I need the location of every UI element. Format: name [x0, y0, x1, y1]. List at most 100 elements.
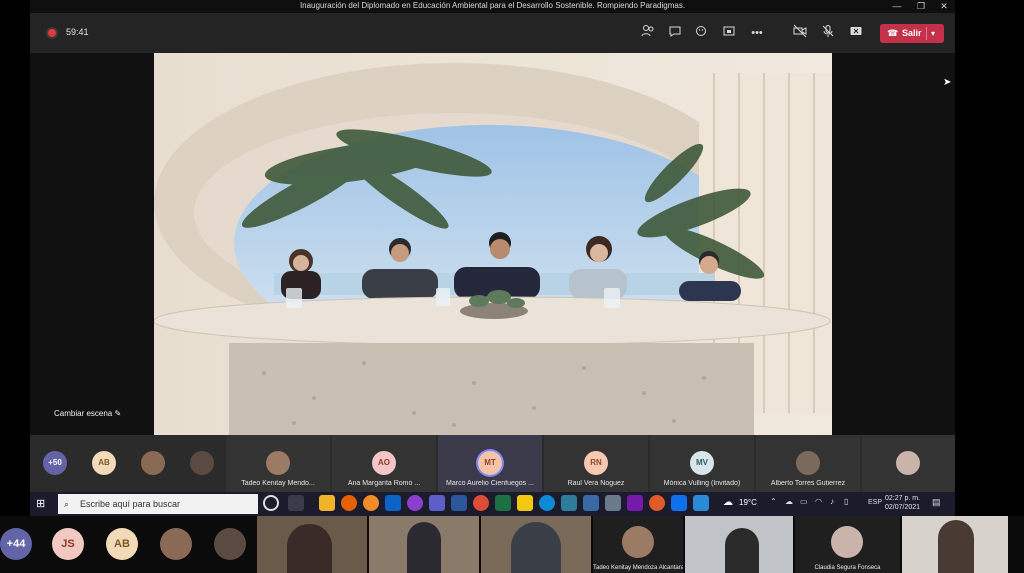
app-icon[interactable]: [561, 495, 577, 511]
avatar-photo[interactable]: [141, 451, 165, 475]
outlook-icon[interactable]: [385, 495, 401, 511]
together-mode-scene: [154, 53, 832, 435]
app-icon[interactable]: [605, 495, 621, 511]
wifi-icon[interactable]: ◠: [815, 497, 822, 506]
app-icon[interactable]: [363, 495, 379, 511]
app-icon[interactable]: [583, 495, 599, 511]
input-language[interactable]: ESP: [868, 499, 882, 506]
participant-name: Ana Margarita Romo ...: [347, 480, 421, 487]
breakout-rooms-icon[interactable]: [720, 24, 738, 42]
firefox-icon[interactable]: [341, 495, 357, 511]
zoom-icon[interactable]: [671, 495, 687, 511]
more-options-icon[interactable]: •••: [748, 24, 766, 42]
participant-tile[interactable]: MV Mónica Vulling (Invitado): [650, 435, 754, 492]
avatar-photo: [831, 526, 863, 558]
participant-tile[interactable]: AO Ana Margarita Romo ...: [332, 435, 436, 492]
file-explorer-icon[interactable]: [319, 495, 335, 511]
change-scene-label: Cambiar escena: [54, 409, 113, 418]
weather-icon[interactable]: ☁: [723, 497, 733, 508]
chat-icon[interactable]: [666, 24, 684, 42]
cortana-icon[interactable]: [263, 495, 279, 511]
avatar-photo[interactable]: [190, 451, 214, 475]
leave-button[interactable]: ☎ Salir ▾: [880, 24, 944, 43]
participant-name: Alberto Torres Gutierrez: [770, 480, 846, 487]
maximize-icon[interactable]: ❐: [910, 0, 932, 13]
participant-name: Marco Aurelio Cienfuegos ...: [446, 480, 534, 487]
video-tile[interactable]: [369, 516, 479, 573]
participant-tile[interactable]: Tadeo Kenitay Mendoza Alcantara: [593, 516, 683, 573]
mic-off-icon[interactable]: [819, 24, 837, 42]
desktop: Inauguración del Diplomado en Educación …: [0, 0, 1024, 573]
participant-tile[interactable]: [862, 435, 955, 492]
participant-tile[interactable]: Alberto Torres Gutierrez: [756, 435, 860, 492]
avatar-photo: [622, 526, 654, 558]
search-placeholder: Escribe aquí para buscar: [80, 499, 181, 509]
minimize-icon[interactable]: —: [886, 0, 908, 13]
onenote-icon[interactable]: [627, 495, 643, 511]
reactions-icon[interactable]: [693, 24, 711, 42]
windows-taskbar: ⊞ ⌕ Escribe aquí para buscar ☁ 19°C ⌃ ☁ …: [30, 492, 955, 516]
more-participants-badge[interactable]: +50: [43, 451, 67, 475]
volume-icon[interactable]: ♪: [830, 497, 834, 506]
word-icon[interactable]: [451, 495, 467, 511]
taskbar-clock[interactable]: 02:27 p. m. 02/07/2021: [885, 494, 920, 512]
meeting-stage: Cambiar escena ✎ ➤: [30, 53, 955, 435]
chrome-icon[interactable]: [473, 495, 489, 511]
video-tile[interactable]: [685, 516, 793, 573]
participant-tile-speaking[interactable]: MT Marco Aurelio Cienfuegos ...: [438, 435, 542, 492]
teams-meeting-window: Inauguración del Diplomado en Educación …: [30, 0, 955, 492]
video-tile[interactable]: [481, 516, 591, 573]
avatar-photo: [266, 451, 290, 475]
camera-off-icon[interactable]: [791, 24, 809, 42]
phone-hangup-icon: ☎: [887, 28, 899, 38]
close-window-icon[interactable]: ✕: [933, 0, 955, 13]
avatar: RN: [584, 451, 608, 475]
participants-icon[interactable]: [639, 24, 657, 42]
pencil-icon: ✎: [114, 409, 122, 418]
battery-icon[interactable]: ▯: [844, 497, 848, 506]
avatar[interactable]: AB: [92, 451, 116, 475]
search-icon: ⌕: [64, 499, 70, 509]
windows-start-icon[interactable]: ⊞: [36, 497, 50, 511]
participant-strip: +50 AB Tadeo Kenitay Mendo... AO Ana Mar…: [30, 435, 955, 492]
task-view-icon[interactable]: [288, 495, 304, 511]
network-icon[interactable]: ▭: [800, 497, 808, 506]
chevron-down-icon[interactable]: ▾: [931, 24, 935, 43]
leave-label: Salir: [902, 28, 922, 38]
participant-tile[interactable]: Claudia Segura Fonseca: [795, 516, 900, 573]
tray-chevron-icon[interactable]: ⌃: [770, 497, 777, 506]
taskbar-search-input[interactable]: ⌕ Escribe aquí para buscar: [58, 494, 258, 514]
clock-date: 02/07/2021: [885, 504, 921, 511]
recording-icon: [48, 29, 56, 37]
clock-time: 02:27 p. m.: [885, 495, 921, 502]
mouse-cursor-icon: ➤: [943, 77, 952, 88]
app-icon[interactable]: [693, 495, 709, 511]
change-scene-button[interactable]: Cambiar escena ✎: [54, 409, 121, 418]
excel-icon[interactable]: [495, 495, 511, 511]
participant-name: Mónica Vulling (Invitado): [663, 480, 741, 487]
window-title: Inauguración del Diplomado en Educación …: [30, 0, 955, 13]
onedrive-icon[interactable]: ☁: [785, 497, 793, 506]
avatar-photo[interactable]: [214, 528, 246, 560]
avatar-photo[interactable]: [160, 528, 192, 560]
avatar: MT: [478, 451, 502, 475]
share-tray-icon[interactable]: [847, 24, 865, 42]
avatar-photo: [896, 451, 920, 475]
meeting-toolbar: 59:41 ••• ☎ Salir ▾: [30, 13, 955, 53]
participant-name: Raul Vera Noguez: [567, 480, 625, 487]
video-tile[interactable]: [257, 516, 367, 573]
participant-tile[interactable]: Tadeo Kenitay Mendo...: [226, 435, 330, 492]
teams-icon[interactable]: [429, 495, 445, 511]
sticky-notes-icon[interactable]: [517, 495, 533, 511]
more-participants-badge[interactable]: +44: [0, 528, 32, 560]
gallery-strip: +44 JS AB Tadeo Kenitay Mendoza Alcantar…: [0, 516, 1024, 573]
app-icon[interactable]: [407, 495, 423, 511]
video-tile[interactable]: [902, 516, 1008, 573]
participant-tile[interactable]: RN Raul Vera Noguez: [544, 435, 648, 492]
edge-icon[interactable]: [539, 495, 555, 511]
avatar[interactable]: JS: [52, 528, 84, 560]
app-icon[interactable]: [649, 495, 665, 511]
notifications-icon[interactable]: ▤: [932, 497, 941, 508]
avatar[interactable]: AB: [106, 528, 138, 560]
avatar: MV: [690, 451, 714, 475]
